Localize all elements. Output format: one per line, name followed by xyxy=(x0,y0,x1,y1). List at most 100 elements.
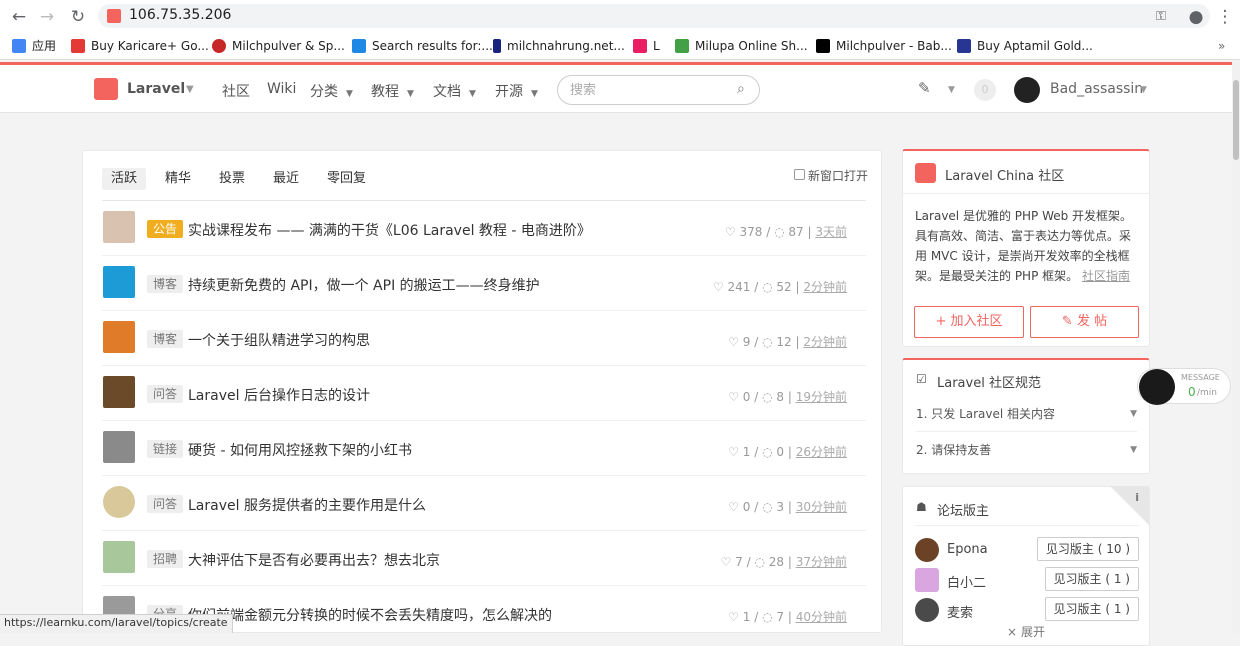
tab-recent[interactable]: 最近 xyxy=(264,168,308,190)
avatar[interactable] xyxy=(915,598,939,622)
expand-link[interactable]: × 展开 xyxy=(903,623,1149,640)
topic-title[interactable]: 你们前端金额元分转换的时候不会丢失精度吗，怎么解决的 xyxy=(188,605,552,625)
laravel-logo-icon[interactable] xyxy=(94,78,118,100)
topic-title[interactable]: 持续更新免费的 API，做一个 API 的搬运工——终身维护 xyxy=(188,275,540,295)
guide-link[interactable]: 社区指南 xyxy=(1082,269,1130,283)
moderator-name[interactable]: Epona xyxy=(947,542,988,557)
bookmark-item[interactable]: Milchpulver & Sp... xyxy=(212,38,345,54)
new-window-toggle[interactable]: 新窗口打开 xyxy=(794,167,868,184)
avatar[interactable] xyxy=(1139,369,1175,405)
nav-docs[interactable]: 文档 ▼ xyxy=(433,81,476,101)
info-icon[interactable]: i xyxy=(1135,491,1139,504)
avatar[interactable] xyxy=(103,211,135,243)
key-icon[interactable]: ⚿ xyxy=(1150,6,1172,28)
topic-title[interactable]: 硬货 - 如何用风控拯救下架的小红书 xyxy=(188,440,412,460)
bookmark-item[interactable]: Milupa Online Sh... xyxy=(675,38,808,54)
bookmark-apps[interactable]: 应用 xyxy=(12,38,56,54)
topic-title[interactable]: Laravel 后台操作日志的设计 xyxy=(188,385,370,405)
notification-count[interactable]: 0 xyxy=(974,79,996,101)
tab-excellent[interactable]: 精华 xyxy=(156,168,200,190)
avatar[interactable] xyxy=(103,376,135,408)
search-input[interactable] xyxy=(570,82,730,97)
search-icon[interactable]: ⌕ xyxy=(737,81,745,97)
moderator-name[interactable]: 白小二 xyxy=(947,572,986,591)
new-post-button[interactable]: ✎ 发 帖 xyxy=(1030,306,1139,338)
topic-row[interactable]: 问答 Laravel 后台操作日志的设计 ♡ 0 / ◌ 8 | 19分钟前 xyxy=(102,366,866,421)
pencil-icon[interactable]: ✎ xyxy=(918,79,931,97)
avatar[interactable] xyxy=(915,568,939,592)
avatar[interactable] xyxy=(103,431,135,463)
nav-tutorials[interactable]: 教程 ▼ xyxy=(371,81,414,101)
username[interactable]: Bad_assassin xyxy=(1050,81,1143,97)
topic-row[interactable]: 博客 一个关于组队精进学习的构思 ♡ 9 / ◌ 12 | 2分钟前 xyxy=(102,311,866,366)
avatar[interactable] xyxy=(1014,77,1040,103)
bookmark-item[interactable]: Buy Karicare+ Go... xyxy=(71,38,209,54)
chevron-down-icon[interactable]: ▼ xyxy=(186,84,194,95)
topic-time[interactable]: 26分钟前 xyxy=(796,445,847,459)
avatar[interactable] xyxy=(103,486,135,518)
search-box: ⌕ xyxy=(557,75,760,105)
address-bar[interactable]: 106.75.35.206 xyxy=(98,4,1210,28)
tab-vote[interactable]: 投票 xyxy=(210,168,254,190)
chevron-down-icon[interactable]: ▼ xyxy=(1140,85,1147,95)
more-bookmarks-icon[interactable]: » xyxy=(1218,38,1225,54)
topic-time[interactable]: 37分钟前 xyxy=(796,555,847,569)
bookmark-item[interactable]: milchnahrung.net... xyxy=(493,38,625,54)
bookmark-item[interactable]: Milchpulver - Bab... xyxy=(816,38,952,54)
topic-title[interactable]: Laravel 服务提供者的主要作用是什么 xyxy=(188,495,426,515)
message-widget[interactable]: MESSAGE 0 /min xyxy=(1137,368,1231,405)
topic-row[interactable]: 问答 Laravel 服务提供者的主要作用是什么 ♡ 0 / ◌ 3 | 30分… xyxy=(102,476,866,531)
nav-categories[interactable]: 分类 ▼ xyxy=(310,81,353,101)
join-community-button[interactable]: + 加入社区 xyxy=(914,306,1024,338)
moderator-item[interactable]: Epona 见习版主 ( 10 ) xyxy=(915,536,1139,564)
topic-row[interactable]: 公告 实战课程发布 —— 满满的干货《L06 Laravel 教程 - 电商进阶… xyxy=(102,201,866,256)
topic-time[interactable]: 3天前 xyxy=(815,225,847,239)
tab-no-reply[interactable]: 零回复 xyxy=(318,168,375,190)
topic-row[interactable]: 博客 持续更新免费的 API，做一个 API 的搬运工——终身维护 ♡ 241 … xyxy=(102,256,866,311)
chevron-down-icon[interactable]: ▼ xyxy=(948,85,955,95)
bookmark-favicon-icon xyxy=(675,39,689,53)
comment-icon: ◌ xyxy=(762,280,773,294)
avatar[interactable] xyxy=(103,541,135,573)
tab-active[interactable]: 活跃 xyxy=(102,168,147,190)
moderator-item[interactable]: 麦索 见习版主 ( 1 ) xyxy=(915,596,1139,624)
topic-row[interactable]: 链接 硬货 - 如何用风控拯救下架的小红书 ♡ 1 / ◌ 0 | 26分钟前 xyxy=(102,421,866,476)
rule-item[interactable]: 2. 请保持友善 ▼ xyxy=(916,432,1137,468)
bookmark-item[interactable]: Search results for:... xyxy=(352,38,493,54)
topic-time[interactable]: 19分钟前 xyxy=(796,390,847,404)
nav-wiki[interactable]: Wiki xyxy=(267,81,296,97)
moderator-tag: 见习版主 ( 1 ) xyxy=(1044,567,1139,591)
topic-title[interactable]: 一个关于组队精进学习的构思 xyxy=(188,330,370,350)
topic-badge: 问答 xyxy=(147,385,184,403)
comment-icon: ◌ xyxy=(754,555,765,569)
avatar[interactable] xyxy=(103,266,135,298)
page-scrollbar[interactable] xyxy=(1232,62,1240,633)
nav-opensource[interactable]: 开源 ▼ xyxy=(495,81,538,101)
avatar[interactable] xyxy=(103,321,135,353)
brand-name[interactable]: Laravel xyxy=(127,81,185,97)
topic-time[interactable]: 40分钟前 xyxy=(796,610,847,624)
topic-row[interactable]: 招聘 大神评估下是否有必要再出去？想去北京 ♡ 7 / ◌ 28 | 37分钟前 xyxy=(102,531,866,586)
menu-icon[interactable]: ⋮ xyxy=(1214,6,1236,28)
forward-icon[interactable]: → xyxy=(36,6,58,28)
moderators-title: 论坛版主 xyxy=(937,504,990,519)
bookmark-item[interactable]: L xyxy=(633,38,660,54)
topic-title[interactable]: 实战课程发布 —— 满满的干货《L06 Laravel 教程 - 电商进阶》 xyxy=(188,220,591,240)
profile-icon[interactable]: ● xyxy=(1185,6,1207,28)
back-icon[interactable]: ← xyxy=(8,6,30,28)
moderator-name[interactable]: 麦索 xyxy=(947,602,973,621)
topic-time[interactable]: 30分钟前 xyxy=(796,500,847,514)
scrollbar-thumb[interactable] xyxy=(1233,80,1239,160)
avatar[interactable] xyxy=(915,538,939,562)
new-window-checkbox[interactable] xyxy=(794,169,805,180)
rule-item[interactable]: 1. 只发 Laravel 相关内容 ▼ xyxy=(916,396,1137,432)
bookmark-item[interactable]: Buy Aptamil Gold... xyxy=(957,38,1093,54)
nav-community[interactable]: 社区 xyxy=(222,81,250,101)
reload-icon[interactable]: ↻ xyxy=(67,6,89,28)
rules-card: ☑ Laravel 社区规范 1. 只发 Laravel 相关内容 ▼ 2. 请保… xyxy=(902,358,1150,474)
thumbs-up-icon: ♡ xyxy=(728,610,739,624)
topic-time[interactable]: 2分钟前 xyxy=(803,335,847,349)
topic-time[interactable]: 2分钟前 xyxy=(803,280,847,294)
topic-title[interactable]: 大神评估下是否有必要再出去？想去北京 xyxy=(188,550,440,570)
moderator-item[interactable]: 白小二 见习版主 ( 1 ) xyxy=(915,566,1139,594)
